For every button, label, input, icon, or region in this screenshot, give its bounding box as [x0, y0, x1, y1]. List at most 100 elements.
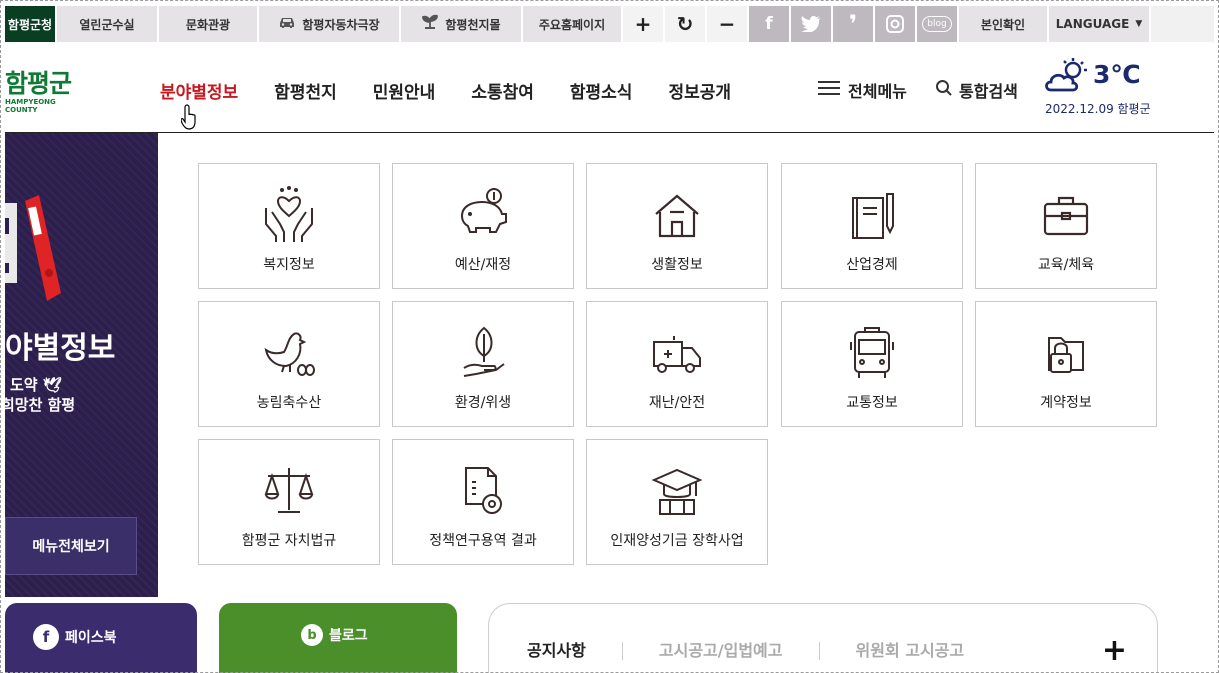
card-budget[interactable]: 예산/재정 — [392, 163, 574, 289]
card-label: 생활정보 — [651, 257, 703, 273]
gnb-field-info[interactable]: 분야별정보 — [160, 78, 238, 103]
tab-announcements[interactable]: 고시공고/입법예고 — [621, 642, 819, 660]
binder-clip-decoration — [5, 193, 65, 317]
blog-link-card[interactable]: b 블로그 — [219, 603, 457, 673]
caret-down-icon: ▼ — [1135, 19, 1143, 29]
weather-temperature: 3℃ — [1093, 60, 1141, 89]
card-traffic[interactable]: 교통정보 — [781, 301, 963, 427]
facebook-icon[interactable]: f — [749, 6, 791, 42]
card-policy-research[interactable]: 정책연구용역 결과 — [392, 439, 574, 565]
category-banner: 야별정보 도약 🕊︎ 희망찬 함평 메뉴전체보기 — [5, 133, 158, 597]
all-menu-label: 전체메뉴 — [848, 82, 907, 101]
card-scholarship[interactable]: 인재양성기금 장학사업 — [586, 439, 768, 565]
graduation-cap-icon — [651, 468, 703, 515]
chicken-icon — [264, 332, 315, 376]
search-icon — [935, 79, 959, 101]
locked-folder-icon — [1048, 337, 1084, 373]
more-plus-icon[interactable]: + — [1102, 636, 1127, 666]
view-all-menu-button[interactable]: 메뉴전체보기 — [5, 517, 137, 575]
notice-board: 공지사항 고시공고/입법예고 위원회 고시공고 + — [488, 603, 1158, 673]
search-label: 통합검색 — [959, 82, 1018, 101]
hand-pointer-cursor-icon — [180, 104, 201, 134]
language-select[interactable]: LANGUAGE ▼ — [1049, 6, 1151, 42]
blog-label: 블로그 — [329, 628, 368, 644]
card-label: 산업경제 — [846, 257, 898, 273]
gnb-news[interactable]: 함평소식 — [570, 78, 633, 103]
top-utility-bar: 함평군청 열린군수실 문화관광 함평자동차극장 함평천지몰 주요홈페이지 + ↻… — [5, 6, 1214, 42]
card-environment[interactable]: 환경/위생 — [392, 301, 574, 427]
card-welfare[interactable]: 복지정보 — [198, 163, 380, 289]
weather-date-location: 2022.12.09 함평군 — [1045, 102, 1151, 116]
topbar-culture-tour[interactable]: 문화관광 — [159, 6, 259, 42]
zoom-reset-button[interactable]: ↻ — [665, 6, 707, 42]
gnb-civil-service[interactable]: 민원안내 — [373, 78, 436, 103]
birds-icon: 🕊︎ — [42, 376, 62, 394]
topbar-drive-in-theater[interactable]: 함평자동차극장 — [259, 6, 401, 42]
book-pen-icon — [852, 193, 894, 239]
card-label: 교통정보 — [846, 395, 898, 411]
leaf-hand-icon — [463, 326, 505, 377]
card-living[interactable]: 생활정보 — [586, 163, 768, 289]
card-ordinances[interactable]: 함평군 자치법규 — [198, 439, 380, 565]
gnb-disclosure[interactable]: 정보공개 — [668, 78, 731, 103]
banner-slogan-line2: 희망찬 함평 — [5, 396, 76, 414]
banner-title: 야별정보 — [5, 331, 116, 366]
card-label: 예산/재정 — [454, 257, 512, 273]
card-contract[interactable]: 계약정보 — [975, 301, 1157, 427]
blog-icon[interactable]: blog — [917, 6, 959, 42]
card-education[interactable]: 교육/체육 — [975, 163, 1157, 289]
topbar-mall-label: 함평천지몰 — [445, 17, 501, 32]
card-label: 함평군 자치법규 — [241, 533, 337, 549]
card-label: 환경/위생 — [454, 395, 512, 411]
site-logo[interactable]: 함평군 HAMPYEONG COUNTY — [5, 69, 85, 115]
card-label: 교육/체육 — [1037, 257, 1095, 273]
language-label: LANGUAGE — [1055, 17, 1130, 31]
topbar-mayor-office[interactable]: 열린군수실 — [57, 6, 159, 42]
ambulance-icon — [653, 336, 701, 373]
house-icon — [655, 194, 699, 238]
facebook-link-card[interactable]: f 페이스북 — [5, 603, 197, 673]
topbar-major-sites[interactable]: 주요홈페이지 — [523, 6, 623, 42]
hamburger-icon — [818, 79, 848, 101]
blog-icon-label: blog — [922, 16, 952, 32]
sprout-icon — [421, 14, 439, 34]
banner-slogan-line1: 도약 — [10, 376, 38, 394]
facebook-circle-icon: f — [33, 624, 59, 650]
card-label: 재난/안전 — [648, 395, 706, 411]
card-label: 정책연구용역 결과 — [429, 533, 537, 549]
scales-icon — [264, 468, 314, 513]
twitter-icon[interactable] — [791, 6, 833, 42]
car-icon — [278, 15, 296, 33]
card-label: 계약정보 — [1040, 395, 1092, 411]
gnb-hampyeong[interactable]: 함평천지 — [274, 78, 337, 103]
piggy-bank-icon — [460, 188, 507, 233]
topbar-mall[interactable]: 함평천지몰 — [401, 6, 523, 42]
kakao-story-icon[interactable]: ❜ — [833, 6, 875, 42]
card-label: 인재양성기금 장학사업 — [610, 533, 744, 549]
card-safety[interactable]: 재난/안전 — [586, 301, 768, 427]
integrated-search-button[interactable]: 통합검색 — [935, 78, 1018, 102]
cloudy-sun-icon — [1045, 58, 1089, 98]
notice-tabs: 공지사항 고시공고/입법예고 위원회 고시공고 — [527, 642, 1000, 660]
topbar-home-link[interactable]: 함평군청 — [5, 6, 57, 42]
bus-icon — [850, 327, 894, 378]
banner-slogan: 도약 🕊︎ 희망찬 함평 — [5, 375, 75, 415]
blog-circle-icon: b — [301, 624, 323, 646]
instagram-icon[interactable] — [875, 6, 917, 42]
zoom-in-button[interactable]: + — [623, 6, 665, 42]
card-label: 복지정보 — [263, 257, 315, 273]
logo-name: 함평군 — [5, 69, 72, 98]
main-navigation: 분야별정보 함평천지 민원안내 소통참여 함평소식 정보공개 — [160, 78, 767, 103]
all-menu-button[interactable]: 전체메뉴 — [818, 78, 907, 102]
identity-verify-link[interactable]: 본인확인 — [959, 6, 1049, 42]
hands-heart-icon — [265, 186, 313, 242]
briefcase-icon — [1043, 196, 1089, 236]
tab-notices[interactable]: 공지사항 — [527, 642, 622, 660]
document-gear-icon — [465, 467, 502, 514]
card-industry[interactable]: 산업경제 — [781, 163, 963, 289]
logo-subtitle: HAMPYEONG COUNTY — [5, 98, 56, 114]
gnb-participation[interactable]: 소통참여 — [471, 78, 534, 103]
card-agriculture[interactable]: 농림축수산 — [198, 301, 380, 427]
tab-committee[interactable]: 위원회 고시공고 — [818, 642, 1001, 660]
zoom-out-button[interactable]: − — [707, 6, 749, 42]
